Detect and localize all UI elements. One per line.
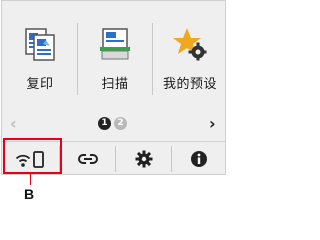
my-presets-label: 我的预设 — [162, 77, 217, 92]
copy-icon — [25, 28, 55, 61]
page-dot-1: 1 — [98, 117, 111, 130]
info-button[interactable] — [172, 142, 225, 174]
previous-page-arrow[interactable]: ‹ — [10, 114, 17, 134]
copy-app-button[interactable]: 复印 — [3, 1, 77, 111]
callout-label: B — [24, 186, 35, 202]
copy-label: 复印 — [26, 77, 54, 92]
callout-line — [30, 173, 31, 185]
printer-touchscreen: 复印 扫描 我的预设 ‹ 1 2 › — [1, 0, 226, 175]
my-presets-app-button[interactable]: 我的预设 — [153, 1, 225, 111]
page-dot-2: 2 — [114, 117, 127, 130]
scan-label: 扫描 — [101, 77, 129, 92]
next-page-arrow[interactable]: › — [209, 114, 216, 134]
settings-button[interactable] — [116, 142, 171, 174]
page-dots: 1 2 — [98, 117, 127, 130]
callout-highlight-box — [3, 138, 62, 174]
my-presets-icon — [173, 28, 207, 61]
link-button[interactable] — [60, 142, 115, 174]
page-indicator: ‹ 1 2 › — [2, 114, 225, 134]
home-apps: 复印 扫描 我的预设 — [2, 1, 225, 113]
link-icon — [77, 153, 98, 164]
scan-app-button[interactable]: 扫描 — [78, 1, 152, 111]
scan-icon — [99, 28, 131, 60]
info-icon — [190, 150, 207, 167]
settings-gear-icon — [135, 150, 152, 167]
